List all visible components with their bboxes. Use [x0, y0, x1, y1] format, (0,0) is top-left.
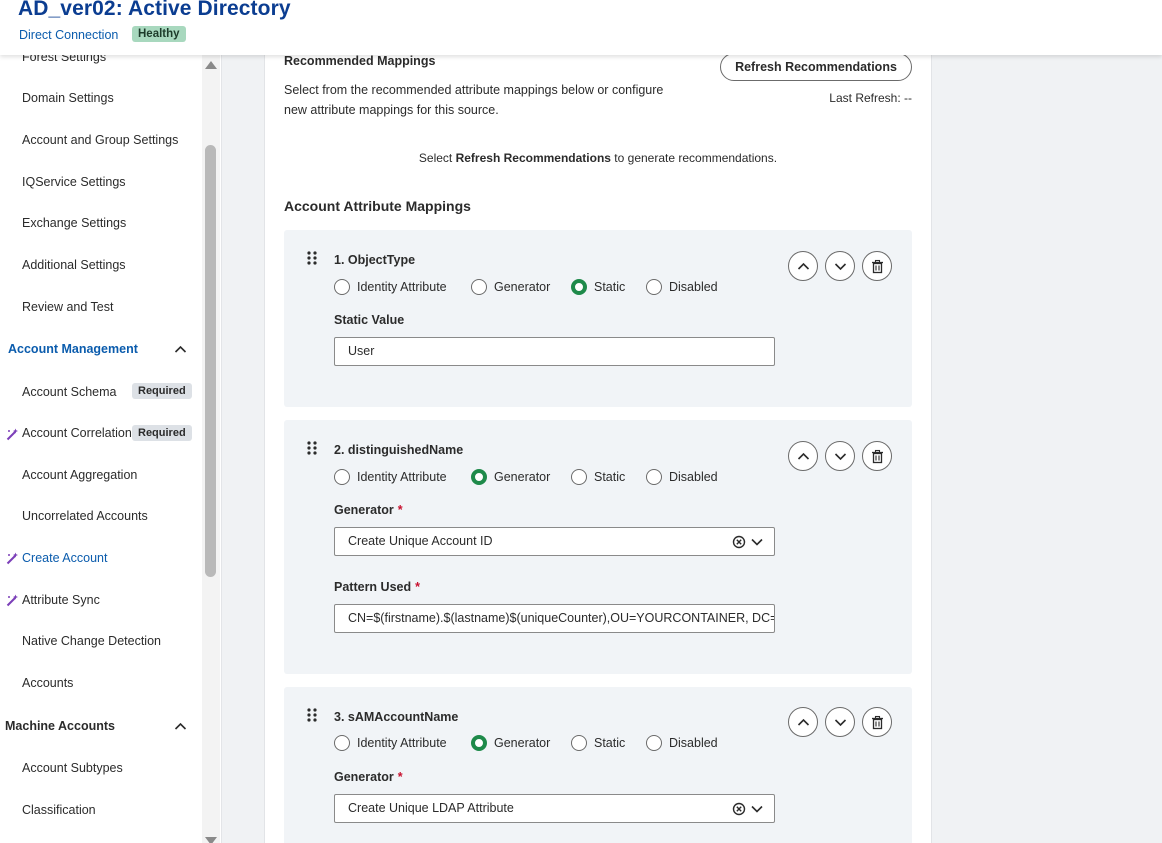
- pattern-used-label: Pattern Used *: [334, 580, 420, 594]
- input-value: CN=$(firstname).$(lastname)$(uniqueCount…: [348, 611, 775, 625]
- sidebar-item-attribute-sync[interactable]: Attribute Sync: [22, 593, 100, 607]
- required-badge: Required: [132, 383, 192, 399]
- sidebar-item-iqservice-settings[interactable]: IQService Settings: [22, 175, 126, 189]
- right-gutter: [933, 55, 1162, 843]
- sidebar: Forest Settings Domain Settings Account …: [0, 55, 222, 843]
- sidebar-item-exchange-settings[interactable]: Exchange Settings: [22, 216, 126, 230]
- chevron-down-icon: [834, 719, 847, 727]
- clear-and-chevron-icons[interactable]: [732, 801, 766, 817]
- recommended-mappings-title: Recommended Mappings: [284, 54, 436, 68]
- chevron-up-icon: [797, 452, 810, 460]
- delete-mapping-button[interactable]: [862, 251, 892, 281]
- chevron-up-icon[interactable]: [174, 720, 187, 733]
- magic-wand-icon: [6, 552, 18, 565]
- generator-label: Generator *: [334, 503, 403, 517]
- sidebar-item-accounts[interactable]: Accounts: [22, 676, 73, 690]
- magic-wand-icon: [6, 428, 18, 441]
- sidebar-item-domain-settings[interactable]: Domain Settings: [22, 91, 114, 105]
- scroll-down-arrow-icon[interactable]: [205, 837, 217, 843]
- chevron-up-icon: [797, 262, 810, 270]
- chevron-up-icon[interactable]: [174, 343, 187, 356]
- mapping-title: 1. ObjectType: [334, 253, 416, 267]
- select-value: Create Unique Account ID: [348, 534, 493, 548]
- sidebar-item-account-subtypes[interactable]: Account Subtypes: [22, 761, 123, 775]
- pattern-used-input[interactable]: CN=$(firstname).$(lastname)$(uniqueCount…: [334, 604, 775, 633]
- delete-mapping-button[interactable]: [862, 707, 892, 737]
- trash-icon: [872, 259, 883, 274]
- sidebar-section-account-management[interactable]: Account Management: [8, 342, 138, 356]
- sidebar-section-machine-accounts[interactable]: Machine Accounts: [5, 719, 115, 733]
- static-value-input[interactable]: User: [334, 337, 775, 366]
- magic-wand-icon: [6, 594, 18, 607]
- page-header: AD_ver02: Active Directory Direct Connec…: [0, 0, 1162, 55]
- required-badge: Required: [132, 425, 192, 441]
- hint-text-end: to generate recommendations.: [610, 151, 778, 165]
- sidebar-item-native-change-detection[interactable]: Native Change Detection: [22, 634, 161, 648]
- sidebar-item-forest-settings[interactable]: Forest Settings: [22, 55, 106, 64]
- select-value: Create Unique LDAP Attribute: [348, 801, 514, 815]
- last-refresh-text: Last Refresh: --: [829, 91, 912, 105]
- move-down-button[interactable]: [825, 707, 855, 737]
- sidebar-item-classification[interactable]: Classification: [22, 803, 96, 817]
- chevron-up-icon: [797, 718, 810, 726]
- account-attribute-mappings-title: Account Attribute Mappings: [284, 198, 471, 214]
- drag-handle-icon[interactable]: [306, 707, 318, 723]
- scroll-up-arrow-icon[interactable]: [205, 61, 217, 69]
- page-title: AD_ver02: Active Directory: [18, 0, 291, 20]
- sidebar-item-uncorrelated-accounts[interactable]: Uncorrelated Accounts: [22, 509, 148, 523]
- clear-and-chevron-icons[interactable]: [732, 534, 766, 550]
- static-value-label: Static Value: [334, 313, 405, 327]
- mapping-title: 3. sAMAccountName: [334, 710, 459, 724]
- drag-handle-icon[interactable]: [306, 250, 318, 266]
- trash-icon: [872, 449, 883, 464]
- sidebar-item-account-schema[interactable]: Account Schema: [22, 385, 117, 399]
- move-down-button[interactable]: [825, 441, 855, 471]
- mapping-title: 2. distinguishedName: [334, 443, 464, 457]
- move-down-button[interactable]: [825, 251, 855, 281]
- status-badge: Healthy: [132, 26, 186, 42]
- drag-handle-icon[interactable]: [306, 440, 318, 456]
- generator-select[interactable]: Create Unique LDAP Attribute: [334, 794, 775, 823]
- sidebar-item-review-and-test[interactable]: Review and Test: [22, 300, 114, 314]
- refresh-recommendations-button[interactable]: Refresh Recommendations: [720, 53, 912, 81]
- delete-mapping-button[interactable]: [862, 441, 892, 471]
- sidebar-item-account-group-settings[interactable]: Account and Group Settings: [22, 133, 178, 147]
- sidebar-item-additional-settings[interactable]: Additional Settings: [22, 258, 126, 272]
- recommendations-hint: Select Refresh Recommendations to genera…: [264, 151, 932, 165]
- sidebar-item-account-aggregation[interactable]: Account Aggregation: [22, 468, 137, 482]
- sidebar-scrollbar-thumb[interactable]: [205, 145, 216, 577]
- generator-select[interactable]: Create Unique Account ID: [334, 527, 775, 556]
- move-up-button[interactable]: [788, 707, 818, 737]
- move-up-button[interactable]: [788, 441, 818, 471]
- chevron-down-icon: [834, 453, 847, 461]
- input-value: User: [348, 344, 375, 358]
- trash-icon: [872, 715, 883, 730]
- move-up-button[interactable]: [788, 251, 818, 281]
- generator-label: Generator *: [334, 770, 403, 784]
- sidebar-item-create-account[interactable]: Create Account: [22, 551, 107, 565]
- recommended-mappings-description: Select from the recommended attribute ma…: [284, 83, 664, 117]
- hint-text: Select: [418, 151, 456, 165]
- hint-bold-text: Refresh Recommendations: [455, 151, 611, 165]
- sidebar-item-account-correlation[interactable]: Account Correlation: [22, 426, 132, 440]
- chevron-down-icon: [834, 263, 847, 271]
- connection-type-link[interactable]: Direct Connection: [19, 28, 118, 42]
